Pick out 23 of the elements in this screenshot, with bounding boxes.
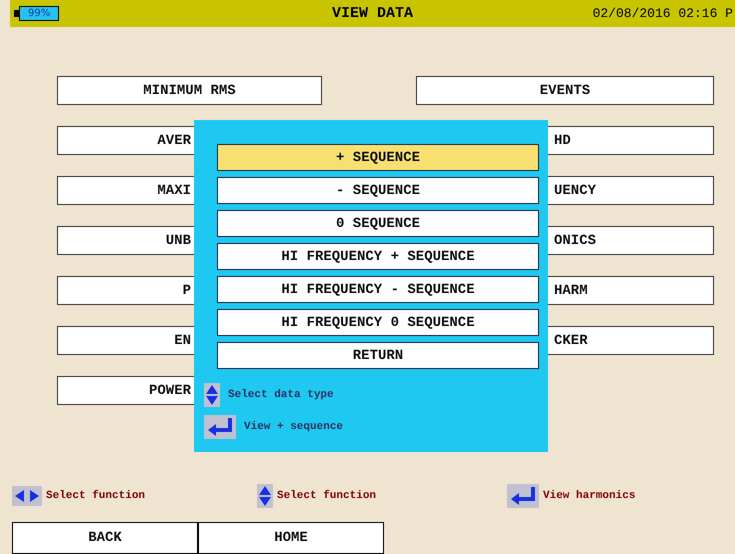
enter-icon (507, 484, 539, 508)
hint-text: Select function (46, 490, 146, 502)
menu-option[interactable]: HI FREQUENCY 0 SEQUENCE (217, 309, 539, 336)
menu-button[interactable]: EVENTS (416, 76, 714, 105)
menu-option[interactable]: 0 SEQUENCE (217, 210, 539, 237)
hint-text: Select function (277, 490, 376, 502)
up-down-arrows-icon (204, 383, 220, 407)
left-right-arrows-icon (12, 486, 42, 506)
date-time: 02/08/2016 02:16 P (592, 6, 734, 21)
enter-icon (204, 415, 236, 439)
hint-text: View harmonics (543, 490, 636, 502)
nav-button[interactable]: HOME (198, 522, 384, 554)
screen-title: VIEW DATA (332, 5, 413, 22)
nav-button[interactable]: BACK (12, 522, 198, 554)
hint-text: View + sequence (244, 421, 344, 433)
battery-indicator: 99% (14, 6, 60, 21)
up-down-arrows-icon (257, 484, 273, 508)
menu-button[interactable]: MINIMUM RMS (57, 76, 322, 105)
menu-option[interactable]: + SEQUENCE (217, 144, 539, 171)
menu-option[interactable]: - SEQUENCE (217, 177, 539, 204)
menu-option[interactable]: HI FREQUENCY - SEQUENCE (217, 276, 539, 303)
menu-option[interactable]: HI FREQUENCY + SEQUENCE (217, 243, 539, 270)
menu-option[interactable]: RETURN (217, 342, 539, 369)
